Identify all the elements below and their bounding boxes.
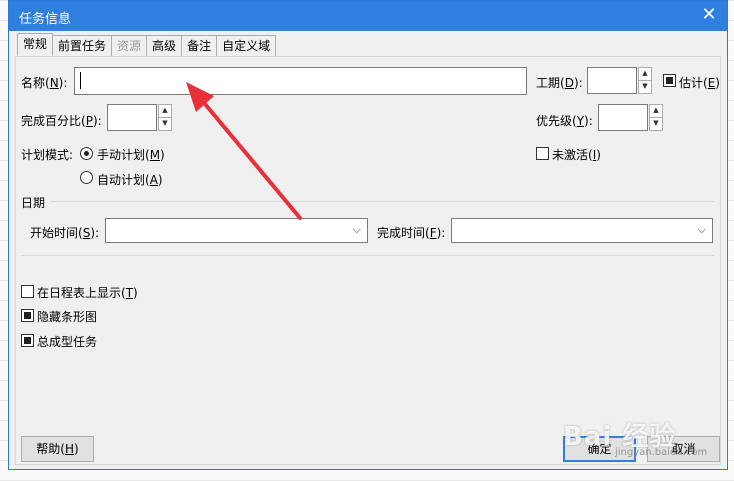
tab-strip: 常规 前置任务 资源 高级 备注 自定义域 bbox=[17, 33, 277, 56]
estimated-label: 估计(E) bbox=[679, 76, 720, 90]
dates-group-label: 日期 bbox=[21, 196, 46, 210]
title-bar: 任务信息 ✕ bbox=[9, 1, 727, 31]
show-on-timeline-label: 在日程表上显示(T) bbox=[37, 286, 138, 300]
spin-up-icon[interactable]: ▲ bbox=[650, 105, 662, 118]
manual-schedule-radio[interactable] bbox=[80, 147, 93, 160]
schedule-mode-label: 计划模式: bbox=[21, 148, 74, 162]
start-date-label: 开始时间(S): bbox=[30, 226, 100, 240]
auto-schedule-radio[interactable] bbox=[80, 171, 93, 184]
name-input[interactable] bbox=[74, 67, 527, 95]
tab-resources: 资源 bbox=[111, 35, 148, 56]
spin-up-icon[interactable]: ▲ bbox=[159, 105, 171, 118]
tab-notes[interactable]: 备注 bbox=[181, 35, 218, 56]
text-cursor bbox=[80, 72, 81, 89]
percent-complete-input[interactable] bbox=[107, 104, 157, 131]
close-icon[interactable]: ✕ bbox=[699, 5, 719, 25]
name-label: 名称(N): bbox=[21, 76, 68, 90]
dialog-title: 任务信息 bbox=[19, 12, 72, 27]
priority-label: 优先级(Y): bbox=[536, 114, 593, 128]
manual-schedule-label: 手动计划(M) bbox=[97, 148, 165, 162]
summary-task-checkbox[interactable] bbox=[21, 334, 34, 347]
watermark-url: jingyan.baidu.com bbox=[615, 447, 708, 458]
watermark: Bai 经验 jingyan.baidu.com bbox=[563, 404, 713, 459]
priority-input[interactable] bbox=[598, 104, 648, 131]
dates-divider bbox=[50, 201, 714, 202]
priority-stepper[interactable]: ▲ ▼ bbox=[649, 104, 663, 131]
tab-general[interactable]: 常规 bbox=[17, 33, 54, 56]
duration-input[interactable] bbox=[587, 67, 637, 94]
spin-down-icon[interactable]: ▼ bbox=[639, 81, 651, 94]
summary-task-label: 总成型任务 bbox=[37, 335, 98, 349]
spin-down-icon[interactable]: ▼ bbox=[650, 118, 662, 131]
chevron-down-icon[interactable]: ⌵ bbox=[698, 223, 706, 237]
start-date-select[interactable]: ⌵ bbox=[105, 218, 368, 243]
inactive-label: 未激活(I) bbox=[552, 148, 601, 162]
estimated-checkbox[interactable] bbox=[663, 74, 676, 87]
spin-down-icon[interactable]: ▼ bbox=[159, 118, 171, 131]
percent-complete-label: 完成百分比(P): bbox=[21, 114, 102, 128]
tab-predecessors[interactable]: 前置任务 bbox=[52, 35, 113, 56]
tab-custom-fields[interactable]: 自定义域 bbox=[216, 35, 277, 56]
options-divider bbox=[21, 255, 714, 256]
auto-schedule-label: 自动计划(A) bbox=[97, 173, 163, 187]
finish-date-select[interactable]: ⌵ bbox=[451, 218, 713, 243]
duration-stepper[interactable]: ▲ ▼ bbox=[638, 67, 652, 94]
tab-advanced[interactable]: 高级 bbox=[146, 35, 183, 56]
hide-bar-checkbox[interactable] bbox=[21, 309, 34, 322]
duration-label: 工期(D): bbox=[536, 76, 583, 90]
task-info-dialog: 任务信息 ✕ 常规 前置任务 资源 高级 备注 自定义域 名称(N): 工期(D… bbox=[8, 0, 728, 470]
spin-up-icon[interactable]: ▲ bbox=[639, 68, 651, 81]
percent-complete-stepper[interactable]: ▲ ▼ bbox=[158, 104, 172, 131]
chevron-down-icon[interactable]: ⌵ bbox=[353, 223, 361, 237]
hide-bar-label: 隐藏条形图 bbox=[37, 310, 98, 324]
inactive-checkbox[interactable] bbox=[536, 147, 549, 160]
help-button[interactable]: 帮助(H) bbox=[21, 436, 94, 462]
finish-date-label: 完成时间(F): bbox=[377, 226, 446, 240]
show-on-timeline-checkbox[interactable] bbox=[21, 285, 34, 298]
